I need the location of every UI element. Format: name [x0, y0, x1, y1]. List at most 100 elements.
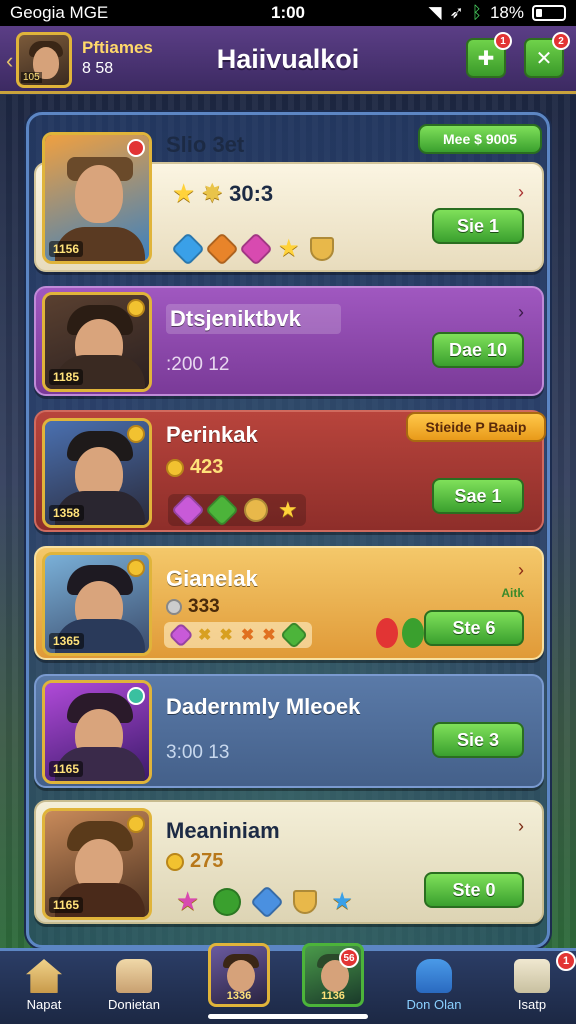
chevron-right-icon[interactable]: › — [518, 182, 524, 203]
star-icon: ★ — [331, 888, 353, 915]
star-icon: ★ — [172, 178, 196, 208]
shop-icon — [116, 959, 152, 993]
player-card[interactable]: 1156 Slio 3et Mee $ 9005 ★ ✸ 30:3 ★ › Si… — [34, 124, 544, 272]
coin-icon — [239, 493, 273, 527]
gem-icon — [213, 887, 242, 916]
player-value: :200 12 — [166, 354, 230, 375]
top-header: ‹ 105 Pftiames 8 58 Haiivualkoi ✚ 1 ✕ 2 — [0, 26, 576, 94]
status-bar: Geogia MGE 1:00 ◥ ➶ ᛒ 18% — [0, 0, 576, 26]
home-indicator — [208, 1014, 368, 1019]
green-balloon-icon — [402, 618, 424, 648]
select-button[interactable]: Dae 10 — [432, 332, 524, 368]
player-card[interactable]: 1185 Dtsjeniktbvk :200 12 › Dae 10 — [34, 286, 544, 396]
player-portrait: 1165 — [42, 680, 152, 784]
player-level: 1165 — [49, 897, 84, 913]
battery-percent: 18% — [489, 3, 524, 22]
player-portrait: 1185 — [42, 292, 152, 392]
puzzle-icon: ✸ — [201, 178, 224, 208]
nav-item-donietan[interactable]: Donietan — [84, 959, 184, 1012]
nav-label: Napat — [26, 997, 62, 1012]
player-name: Dtsjeniktbvk — [166, 304, 341, 334]
nav-label: Isatp — [517, 997, 547, 1012]
star-icon: ★ — [278, 497, 298, 522]
wifi-icon: ◥ — [428, 3, 442, 22]
star-icon: ★ — [176, 886, 200, 916]
silver-coin-icon — [166, 599, 182, 615]
home-icon — [26, 959, 62, 993]
chat-icon — [514, 959, 550, 993]
notification-badge: 2 — [552, 32, 570, 50]
shield-icon — [309, 236, 334, 261]
player-name: Gianelak — [166, 566, 258, 591]
nav-item-isatp[interactable]: Isatp 1 — [482, 951, 576, 1012]
nav-item-don-olan[interactable]: Don Olan — [384, 959, 484, 1012]
clock: 1:00 — [270, 3, 306, 22]
coin-icon — [166, 852, 184, 871]
player-portrait: 1165 — [42, 808, 152, 920]
gem-icon — [205, 231, 239, 266]
notification-badge: 1 — [556, 951, 576, 971]
price-tag[interactable]: Mee $ 9005 — [418, 124, 542, 154]
player-portrait: 1358 — [42, 418, 152, 528]
bluetooth-icon: ᛒ — [471, 3, 482, 22]
player-value: 30:3 — [229, 180, 274, 206]
player-level: 1156 — [49, 241, 84, 257]
player-name: Meaniniam — [166, 818, 280, 843]
gift-button[interactable]: ✚ 1 — [466, 32, 512, 78]
battery-icon — [532, 5, 566, 21]
player-name: Perinkak — [166, 422, 258, 447]
gem-icon — [171, 493, 205, 527]
nav-avatar-2[interactable]: 1136 56 — [302, 943, 364, 1007]
nav-item-home[interactable]: Napat — [0, 959, 94, 1012]
tools-icon: ✕ — [535, 47, 553, 70]
shield-icon — [293, 889, 318, 914]
nav-label: Donietan — [107, 997, 161, 1012]
player-value: 423 — [190, 456, 224, 478]
chevron-right-icon[interactable]: › — [518, 302, 524, 323]
chevron-right-icon[interactable]: › — [518, 560, 524, 581]
star-icon: ★ — [278, 235, 300, 262]
select-button[interactable]: Ste 6 — [424, 610, 524, 646]
player-card[interactable]: 1365 Gianelak 333 ✖ ✖ ✖ ✖ › Aitk Ste 6 — [34, 546, 544, 660]
player-portrait: 1156 — [42, 132, 152, 264]
promo-tag[interactable]: Stieide P Baaip — [406, 412, 546, 442]
tools-button[interactable]: ✕ 2 — [524, 32, 570, 78]
select-button[interactable]: Sae 1 — [432, 478, 524, 514]
player-value: 3:00 13 — [166, 742, 230, 763]
cross-icon: ✖ — [219, 627, 233, 644]
notification-badge: 56 — [339, 948, 359, 968]
player-value: 333 — [188, 596, 220, 617]
player-portrait: 1365 — [42, 552, 152, 656]
player-card[interactable]: 1358 Perinkak Stieide P Baaip 423 ★ Sae … — [34, 410, 546, 532]
player-card[interactable]: 1165 Meaniniam 275 ★ ★ › Ste 0 — [34, 800, 544, 924]
nav-avatar-1[interactable]: 1336 — [208, 943, 270, 1007]
card-hint: Aitk — [501, 586, 524, 600]
gem-icon — [250, 884, 285, 919]
player-card[interactable]: 1165 Dadernmly Mleoek 3:00 13 Sie 3 — [34, 674, 544, 788]
avatar-level: 1136 — [321, 990, 345, 1002]
gem-icon — [279, 620, 308, 650]
chevron-right-icon[interactable]: › — [518, 816, 524, 837]
player-level: 1365 — [49, 633, 84, 649]
gem-icon — [239, 231, 273, 266]
coin-icon — [166, 458, 184, 477]
player-level: 1165 — [49, 761, 84, 777]
player-level: 1185 — [49, 369, 84, 385]
avatar-level: 1336 — [226, 990, 252, 1002]
notification-badge: 1 — [494, 32, 512, 50]
carrier-label: Geogia MGE — [10, 3, 109, 22]
select-button[interactable]: Ste 0 — [424, 872, 524, 908]
red-balloon-icon — [376, 618, 398, 648]
cross-icon: ✖ — [198, 627, 212, 644]
player-name: Dadernmly Mleoek — [166, 694, 361, 719]
bottom-nav: Napat Donietan 1336 1136 56 Don Olan Isa… — [0, 943, 576, 1024]
gift-icon: ✚ — [477, 47, 495, 70]
player-name: Slio 3et — [166, 132, 245, 157]
cross-icon: ✖ — [262, 627, 276, 644]
select-button[interactable]: Sie 3 — [432, 722, 524, 758]
player-level: 1358 — [49, 505, 84, 521]
gem-icon — [171, 231, 205, 266]
gem-icon — [168, 622, 194, 648]
select-button[interactable]: Sie 1 — [432, 208, 524, 244]
nav-label: Don Olan — [406, 997, 462, 1012]
